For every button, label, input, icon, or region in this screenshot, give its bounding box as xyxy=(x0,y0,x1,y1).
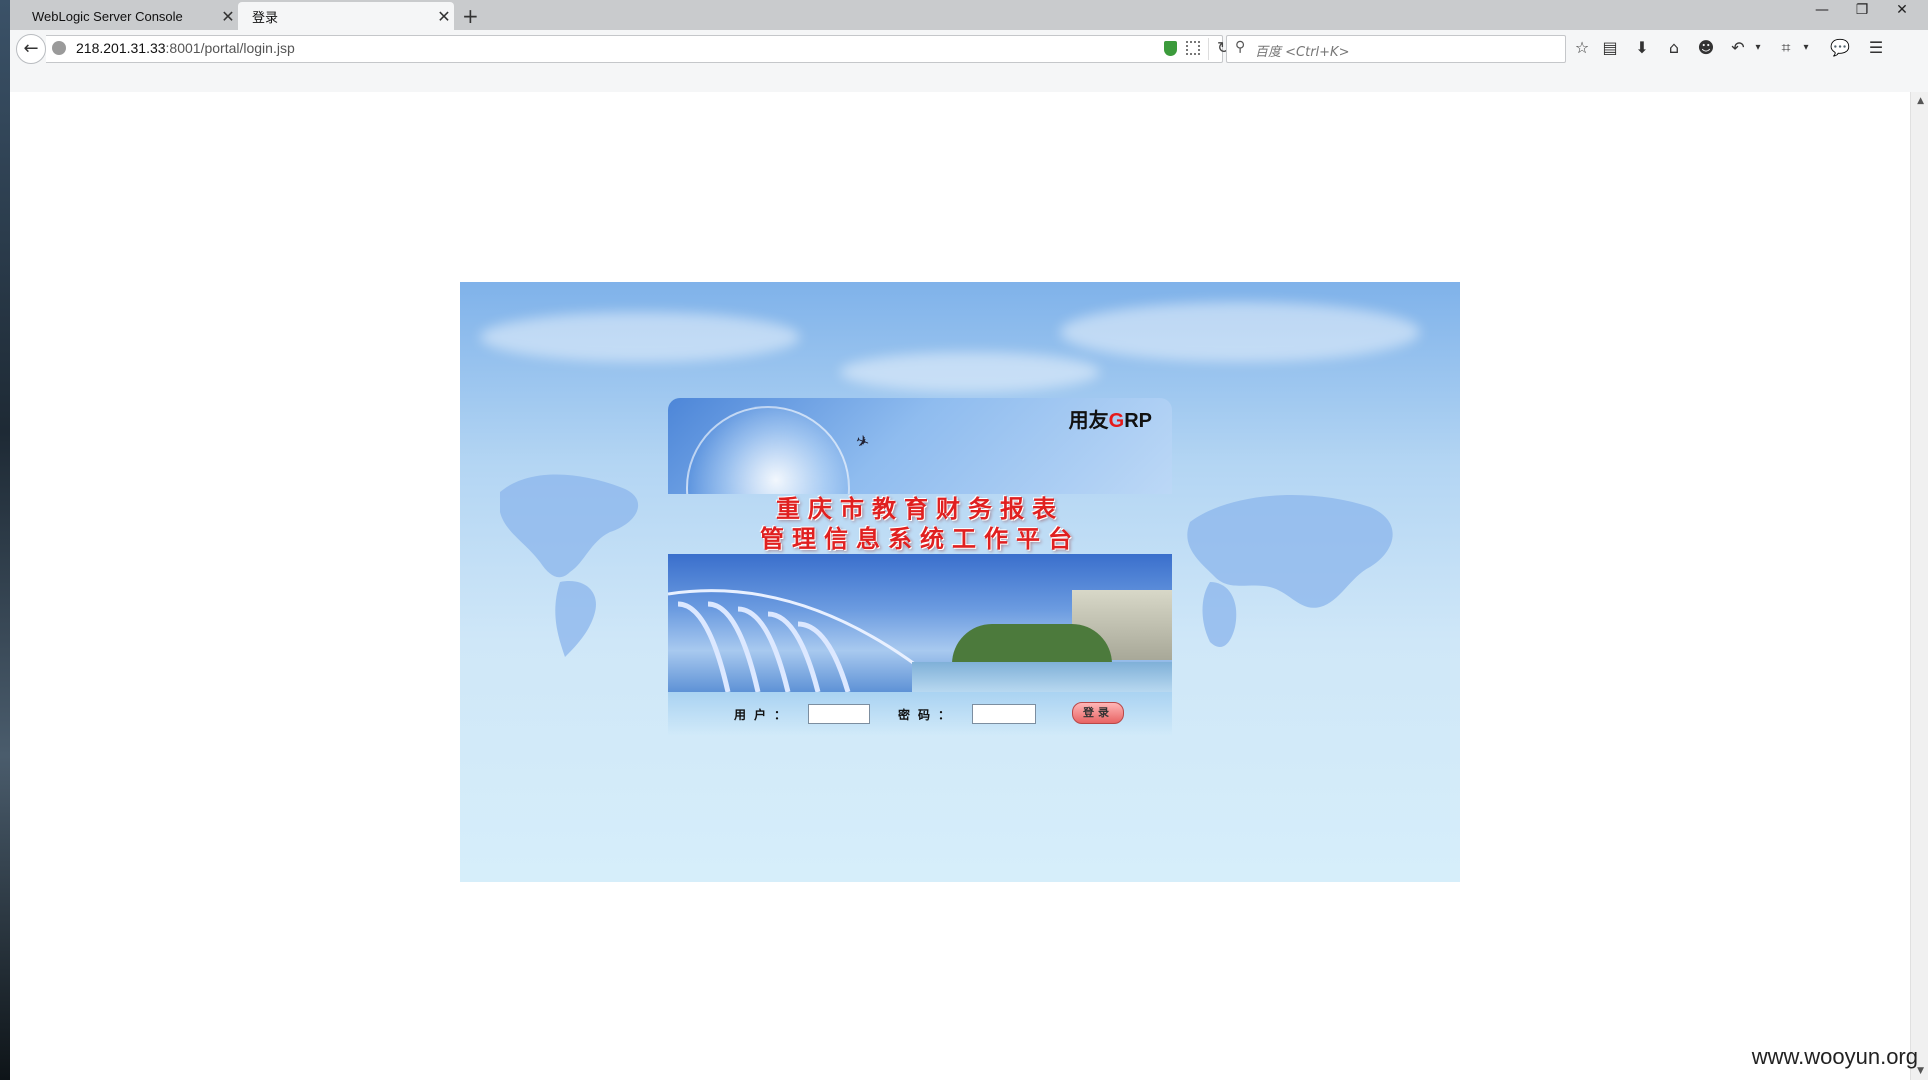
brand-suffix: RP xyxy=(1124,410,1152,432)
reading-list-icon[interactable]: ▤ xyxy=(1598,36,1622,60)
menu-icon[interactable]: ☰ xyxy=(1864,36,1888,60)
search-icon: ⚲ xyxy=(1235,39,1246,55)
system-title: 重庆市教育财务报表 管理信息系统工作平台 xyxy=(660,494,1180,556)
cloud xyxy=(1060,302,1420,362)
desktop-background xyxy=(0,0,10,1080)
new-tab-icon[interactable]: + xyxy=(462,4,479,28)
url-path: :8001/portal/login.jsp xyxy=(165,40,295,56)
minimize-icon[interactable]: — xyxy=(1802,2,1842,18)
tab-label: WebLogic Server Console xyxy=(32,8,183,24)
password-label: 密码： xyxy=(898,708,959,722)
download-icon[interactable]: ⬇ xyxy=(1630,36,1654,60)
toolbar-spacer xyxy=(10,66,1928,93)
vertical-scrollbar[interactable]: ▲ ▼ xyxy=(1910,92,1928,1080)
card-header-image: ✈ 用友GRP xyxy=(668,398,1172,494)
username-label: 用户： xyxy=(734,708,795,722)
globe-graphic xyxy=(686,406,850,494)
trees-graphic xyxy=(952,624,1112,664)
home-icon[interactable]: ⌂ xyxy=(1662,36,1686,60)
scroll-down-icon[interactable]: ▼ xyxy=(1917,1066,1924,1076)
scroll-up-icon[interactable]: ▲ xyxy=(1917,96,1924,106)
tab-label: 登录 xyxy=(252,9,279,25)
title-line-1: 重庆市教育财务报表 xyxy=(776,495,1064,523)
world-map-americas xyxy=(500,474,639,657)
message-icon[interactable]: 💬 xyxy=(1828,36,1852,60)
brand-prefix: 用友 xyxy=(1068,410,1109,432)
watermark: www.wooyun.org xyxy=(1751,1044,1918,1069)
tab-weblogic-console[interactable]: WebLogic Server Console ✕ xyxy=(18,2,238,30)
back-arrow-icon[interactable]: ← xyxy=(16,34,46,64)
browser-window: WebLogic Server Console ✕ 登录 ✕ + — ❐ ✕ ←… xyxy=(10,0,1928,1080)
tab-strip: WebLogic Server Console ✕ 登录 ✕ + — ❐ ✕ xyxy=(10,0,1928,30)
undo-dropdown-icon[interactable]: ▾ xyxy=(1746,36,1770,60)
navigation-toolbar: ← 218.201.31.33:8001/portal/login.jsp ↻ … xyxy=(10,30,1928,66)
url-host: 218.201.31.33 xyxy=(76,40,166,56)
tab-login[interactable]: 登录 ✕ xyxy=(238,2,454,30)
search-placeholder: 百度 <Ctrl+K> xyxy=(1255,45,1350,60)
world-map-eurasia xyxy=(1187,495,1393,647)
url-text[interactable]: 218.201.31.33:8001/portal/login.jsp xyxy=(76,40,295,56)
close-tab-icon[interactable]: ✕ xyxy=(434,7,454,26)
login-button[interactable]: 登录 xyxy=(1072,702,1124,724)
title-line-2: 管理信息系统工作平台 xyxy=(760,525,1080,553)
login-banner: ✈ 用友GRP 重庆市教育财务报表 管理信息系统工作平台 用户： 密码： 登录 xyxy=(460,282,1460,882)
page-content: ✈ 用友GRP 重庆市教育财务报表 管理信息系统工作平台 用户： 密码： 登录 xyxy=(10,92,1928,1080)
password-input[interactable] xyxy=(972,704,1036,724)
login-form: 用户： 密码： 登录 xyxy=(668,692,1172,736)
username-input[interactable] xyxy=(808,704,870,724)
airplane-icon: ✈ xyxy=(853,430,873,453)
search-input[interactable]: ⚲ 百度 <Ctrl+K> xyxy=(1226,35,1566,63)
bookmark-star-icon[interactable]: ☆ xyxy=(1570,36,1594,60)
brand-logo: 用友GRP xyxy=(1069,404,1152,433)
arch-structure-graphic xyxy=(668,589,928,692)
qr-code-icon[interactable] xyxy=(1186,41,1200,55)
water-graphic xyxy=(912,662,1172,692)
chat-icon[interactable]: ☻ xyxy=(1694,36,1718,60)
close-tab-icon[interactable]: ✕ xyxy=(218,7,238,26)
close-window-icon[interactable]: ✕ xyxy=(1882,2,1922,18)
brand-g: G xyxy=(1108,410,1125,432)
site-info-icon[interactable] xyxy=(52,41,66,55)
address-bar[interactable]: 218.201.31.33:8001/portal/login.jsp ↻ xyxy=(46,35,1230,63)
campus-photo xyxy=(668,554,1172,692)
shield-icon[interactable] xyxy=(1164,41,1177,56)
restore-icon[interactable]: ❐ xyxy=(1842,2,1882,18)
cloud xyxy=(840,352,1100,392)
cloud xyxy=(480,312,800,362)
screenshot-dropdown-icon[interactable]: ▾ xyxy=(1794,36,1818,60)
